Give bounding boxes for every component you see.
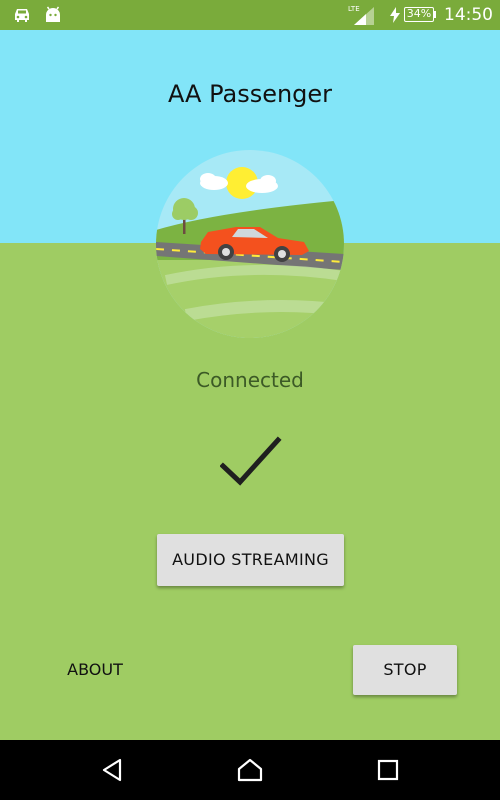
back-icon[interactable] <box>92 750 132 790</box>
car-icon <box>10 0 34 30</box>
network-type-label: LTE <box>348 5 360 13</box>
battery-icon: 34% <box>404 7 434 22</box>
checkmark-icon <box>220 436 282 486</box>
charging-icon <box>388 0 402 30</box>
signal-icon: LTE <box>346 0 378 30</box>
car-illustration <box>156 150 344 338</box>
clock: 14:50 <box>444 5 493 25</box>
about-button[interactable]: ABOUT <box>50 645 140 695</box>
app-title: AA Passenger <box>167 80 333 108</box>
connection-status: Connected <box>196 368 304 392</box>
recents-icon[interactable] <box>368 750 408 790</box>
app-screen: LTE 34% 14:50 AA Passenger Connected AUD… <box>0 0 500 800</box>
android-icon <box>42 0 64 30</box>
navigation-bar <box>0 740 500 800</box>
battery-nub <box>434 11 436 18</box>
audio-streaming-button[interactable]: AUDIO STREAMING <box>157 534 344 586</box>
stop-button[interactable]: STOP <box>353 645 457 695</box>
home-icon[interactable] <box>230 750 270 790</box>
battery-percent: 34% <box>406 7 432 20</box>
status-bar: LTE 34% 14:50 <box>0 0 500 30</box>
